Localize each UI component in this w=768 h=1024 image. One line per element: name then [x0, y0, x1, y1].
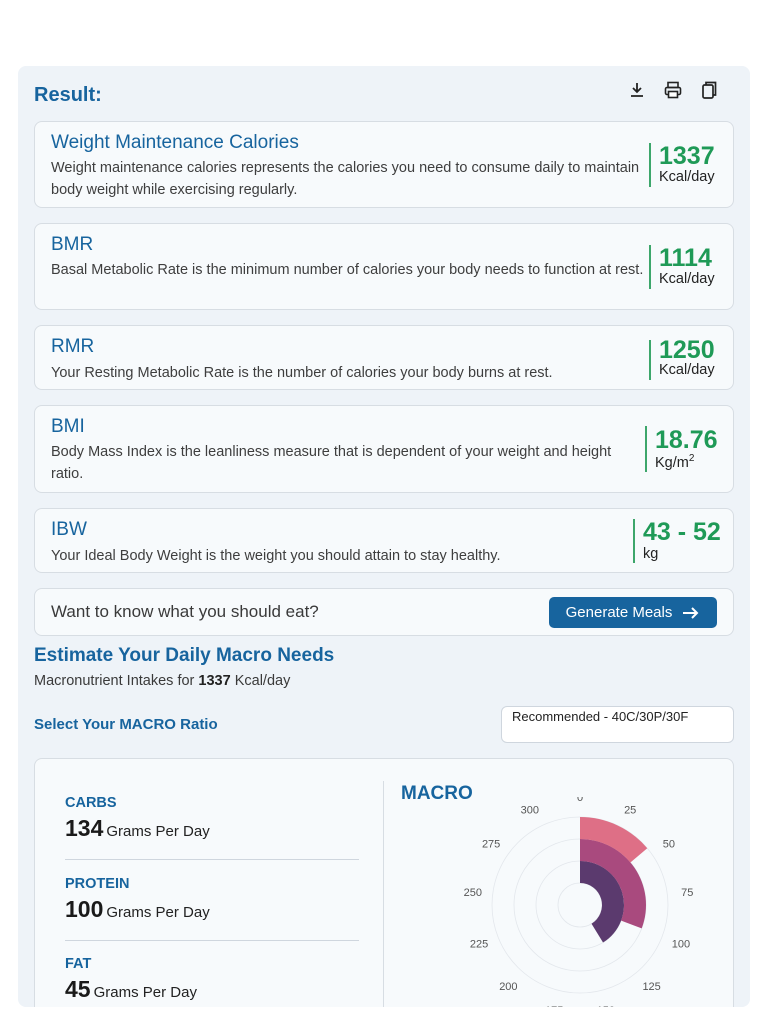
card-weight-maintenance: Weight Maintenance Calories Weight maint… — [34, 121, 734, 208]
copy-icon[interactable] — [698, 78, 720, 102]
macro-item-fat: FAT 45 Grams Per Day — [65, 956, 359, 1003]
card-value: 1250 — [659, 336, 715, 364]
divider — [65, 859, 359, 860]
meals-banner: Want to know what you should eat? Genera… — [34, 588, 734, 636]
print-icon[interactable] — [662, 78, 684, 102]
card-value: 1114 — [659, 244, 712, 272]
result-toolbar — [626, 78, 720, 102]
card-title: IBW — [51, 519, 87, 540]
chart-angle-tick: 100 — [672, 938, 690, 950]
chart-angle-tick: 150 — [597, 1005, 615, 1007]
card-unit: Kcal/day — [659, 271, 715, 287]
chart-angle-tick: 175 — [545, 1005, 563, 1007]
download-icon[interactable] — [626, 78, 648, 102]
macro-grams: 134 — [65, 815, 104, 841]
chart-angle-tick: 200 — [499, 981, 517, 993]
card-description: Body Mass Index is the leanliness measur… — [51, 444, 612, 482]
macro-polar-chart: 0255075100125150175200225250275300CARBSP… — [464, 797, 694, 1007]
card-bmi: BMI Body Mass Index is the leanliness me… — [34, 405, 734, 493]
value-divider — [649, 340, 651, 380]
chart-angle-tick: 0 — [577, 797, 583, 804]
card-unit: kg — [643, 546, 659, 562]
card-unit: Kcal/day — [659, 169, 715, 185]
card-description: Your Ideal Body Weight is the weight you… — [51, 548, 501, 564]
macro-subtitle-suffix: Kcal/day — [234, 673, 291, 689]
macro-unit: Grams Per Day — [106, 823, 210, 840]
macro-amount: 100 Grams Per Day — [65, 896, 359, 923]
card-unit: Kg/m2 — [655, 453, 694, 471]
card-title: RMR — [51, 336, 95, 357]
column-divider — [383, 781, 384, 1007]
card-title: BMR — [51, 234, 94, 255]
macro-section-title: Estimate Your Daily Macro Needs — [34, 645, 335, 666]
macro-name: FAT — [65, 956, 92, 972]
value-divider — [649, 143, 651, 187]
chart-angle-tick: 300 — [521, 804, 539, 816]
chart-angle-tick: 25 — [624, 804, 636, 816]
macro-grams: 45 — [65, 976, 91, 1002]
card-value: 43 - 52 — [643, 518, 721, 546]
card-description: Basal Metabolic Rate is the minimum numb… — [51, 262, 644, 278]
macro-item-carbs: CARBS 134 Grams Per Day — [65, 795, 359, 842]
chart-angle-tick: 125 — [642, 981, 660, 993]
result-title: Result: — [34, 84, 102, 106]
value-divider — [649, 245, 651, 289]
card-ibw: IBW Your Ideal Body Weight is the weight… — [34, 508, 734, 573]
chart-angle-tick: 75 — [681, 887, 693, 899]
card-rmr: RMR Your Resting Metabolic Rate is the n… — [34, 325, 734, 390]
divider — [65, 940, 359, 941]
macro-amount: 134 Grams Per Day — [65, 815, 359, 842]
card-value: 18.76 — [655, 426, 718, 454]
macro-calories-value: 1337 — [198, 673, 231, 689]
value-divider — [645, 426, 647, 472]
macro-subtitle: Macronutrient Intakes for 1337 Kcal/day — [34, 673, 290, 689]
macro-results-box: CARBS 134 Grams Per Day PROTEIN 100 Grams … — [34, 758, 734, 1007]
card-value: 1337 — [659, 142, 715, 170]
macro-amount: 45 Grams Per Day — [65, 976, 359, 1003]
generate-meals-button[interactable]: Generate Meals — [549, 597, 717, 628]
chart-angle-tick: 250 — [464, 887, 482, 899]
card-title: BMI — [51, 416, 85, 437]
card-title: Weight Maintenance Calories — [51, 132, 299, 153]
macro-grams: 100 — [65, 896, 104, 922]
chart-grid-ring — [557, 882, 603, 928]
meals-question: Want to know what you should eat? — [51, 602, 319, 621]
chart-angle-tick: 50 — [663, 839, 675, 851]
macro-unit: Grams Per Day — [106, 904, 210, 921]
macro-ratio-label: Select Your MACRO Ratio — [34, 716, 218, 733]
unit-text: Kg/m — [655, 454, 689, 471]
value-divider — [633, 519, 635, 563]
card-description: Weight maintenance calories represents t… — [51, 160, 640, 198]
macro-unit: Grams Per Day — [93, 984, 197, 1001]
card-unit: Kcal/day — [659, 362, 715, 378]
result-panel: Result: Weight Maintenance Calories Weig… — [18, 66, 750, 1007]
chart-angle-tick: 275 — [482, 839, 500, 851]
arrow-right-icon — [683, 606, 699, 619]
macro-name: PROTEIN — [65, 876, 130, 892]
macro-ratio-select[interactable]: Recommended - 40C/30P/30F — [501, 706, 734, 743]
unit-superscript: 2 — [688, 453, 695, 464]
macro-name: CARBS — [65, 795, 117, 811]
macro-subtitle-prefix: Macronutrient Intakes for — [34, 673, 195, 689]
card-description: Your Resting Metabolic Rate is the numbe… — [51, 365, 553, 381]
generate-meals-label: Generate Meals — [565, 604, 673, 621]
macro-item-protein: PROTEIN 100 Grams Per Day — [65, 876, 359, 923]
chart-angle-tick: 225 — [470, 938, 488, 950]
card-bmr: BMR Basal Metabolic Rate is the minimum … — [34, 223, 734, 310]
